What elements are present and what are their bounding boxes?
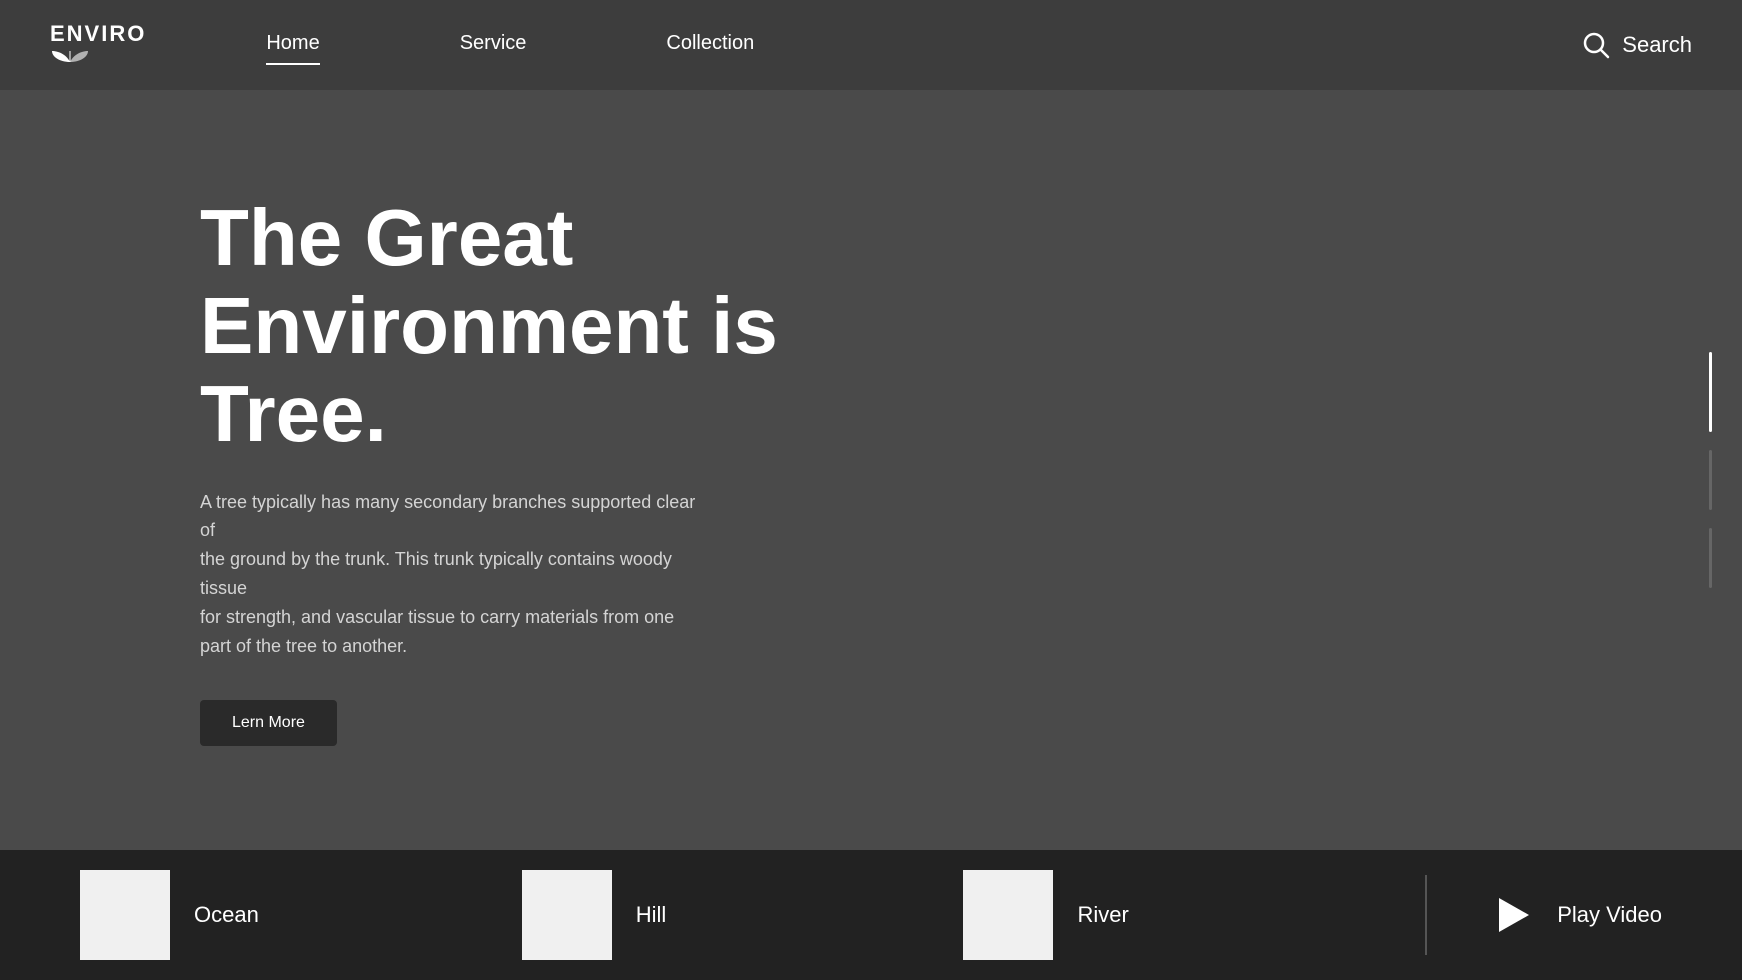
logo-leaf-icon bbox=[50, 49, 90, 68]
hero-title-line2: Environment is Tree. bbox=[200, 281, 778, 458]
bottom-item-river[interactable]: River bbox=[963, 870, 1405, 960]
nav-home[interactable]: Home bbox=[266, 32, 319, 59]
brand-name: ENVIRO bbox=[50, 23, 146, 45]
scroll-indicators bbox=[1709, 352, 1712, 588]
scroll-indicator-2 bbox=[1709, 450, 1712, 510]
ocean-label: Ocean bbox=[194, 902, 259, 928]
scroll-indicator-3 bbox=[1709, 528, 1712, 588]
hero-title: The Great Environment is Tree. bbox=[200, 194, 920, 458]
hero-block: The Great Environment is Tree. A tree ty… bbox=[200, 194, 920, 747]
bottom-items: Ocean Hill River bbox=[80, 870, 1405, 960]
bottom-item-hill[interactable]: Hill bbox=[522, 870, 964, 960]
river-thumbnail bbox=[963, 870, 1053, 960]
play-video-label: Play Video bbox=[1557, 902, 1662, 928]
search-button[interactable]: Search bbox=[1582, 31, 1692, 59]
play-video-button[interactable]: Play Video bbox=[1447, 890, 1662, 940]
search-label: Search bbox=[1622, 32, 1692, 58]
ocean-thumbnail bbox=[80, 870, 170, 960]
bottom-item-ocean[interactable]: Ocean bbox=[80, 870, 522, 960]
scroll-indicator-1 bbox=[1709, 352, 1712, 432]
navbar: ENVIRO Home Service Collection Search bbox=[0, 0, 1742, 90]
nav-collection[interactable]: Collection bbox=[666, 32, 754, 59]
play-icon bbox=[1487, 890, 1537, 940]
hill-thumbnail bbox=[522, 870, 612, 960]
logo[interactable]: ENVIRO bbox=[50, 23, 146, 68]
hero-description: A tree typically has many secondary bran… bbox=[200, 488, 700, 661]
search-icon bbox=[1582, 31, 1610, 59]
main-content: The Great Environment is Tree. A tree ty… bbox=[0, 90, 1742, 850]
nav-service[interactable]: Service bbox=[460, 32, 527, 59]
bottom-bar: Ocean Hill River Play Video bbox=[0, 850, 1742, 980]
river-label: River bbox=[1077, 902, 1128, 928]
hero-title-line1: The Great bbox=[200, 193, 573, 282]
nav-links: Home Service Collection bbox=[266, 32, 1582, 59]
learn-more-button[interactable]: Lern More bbox=[200, 700, 337, 746]
hill-label: Hill bbox=[636, 902, 667, 928]
bottom-divider bbox=[1425, 875, 1427, 955]
